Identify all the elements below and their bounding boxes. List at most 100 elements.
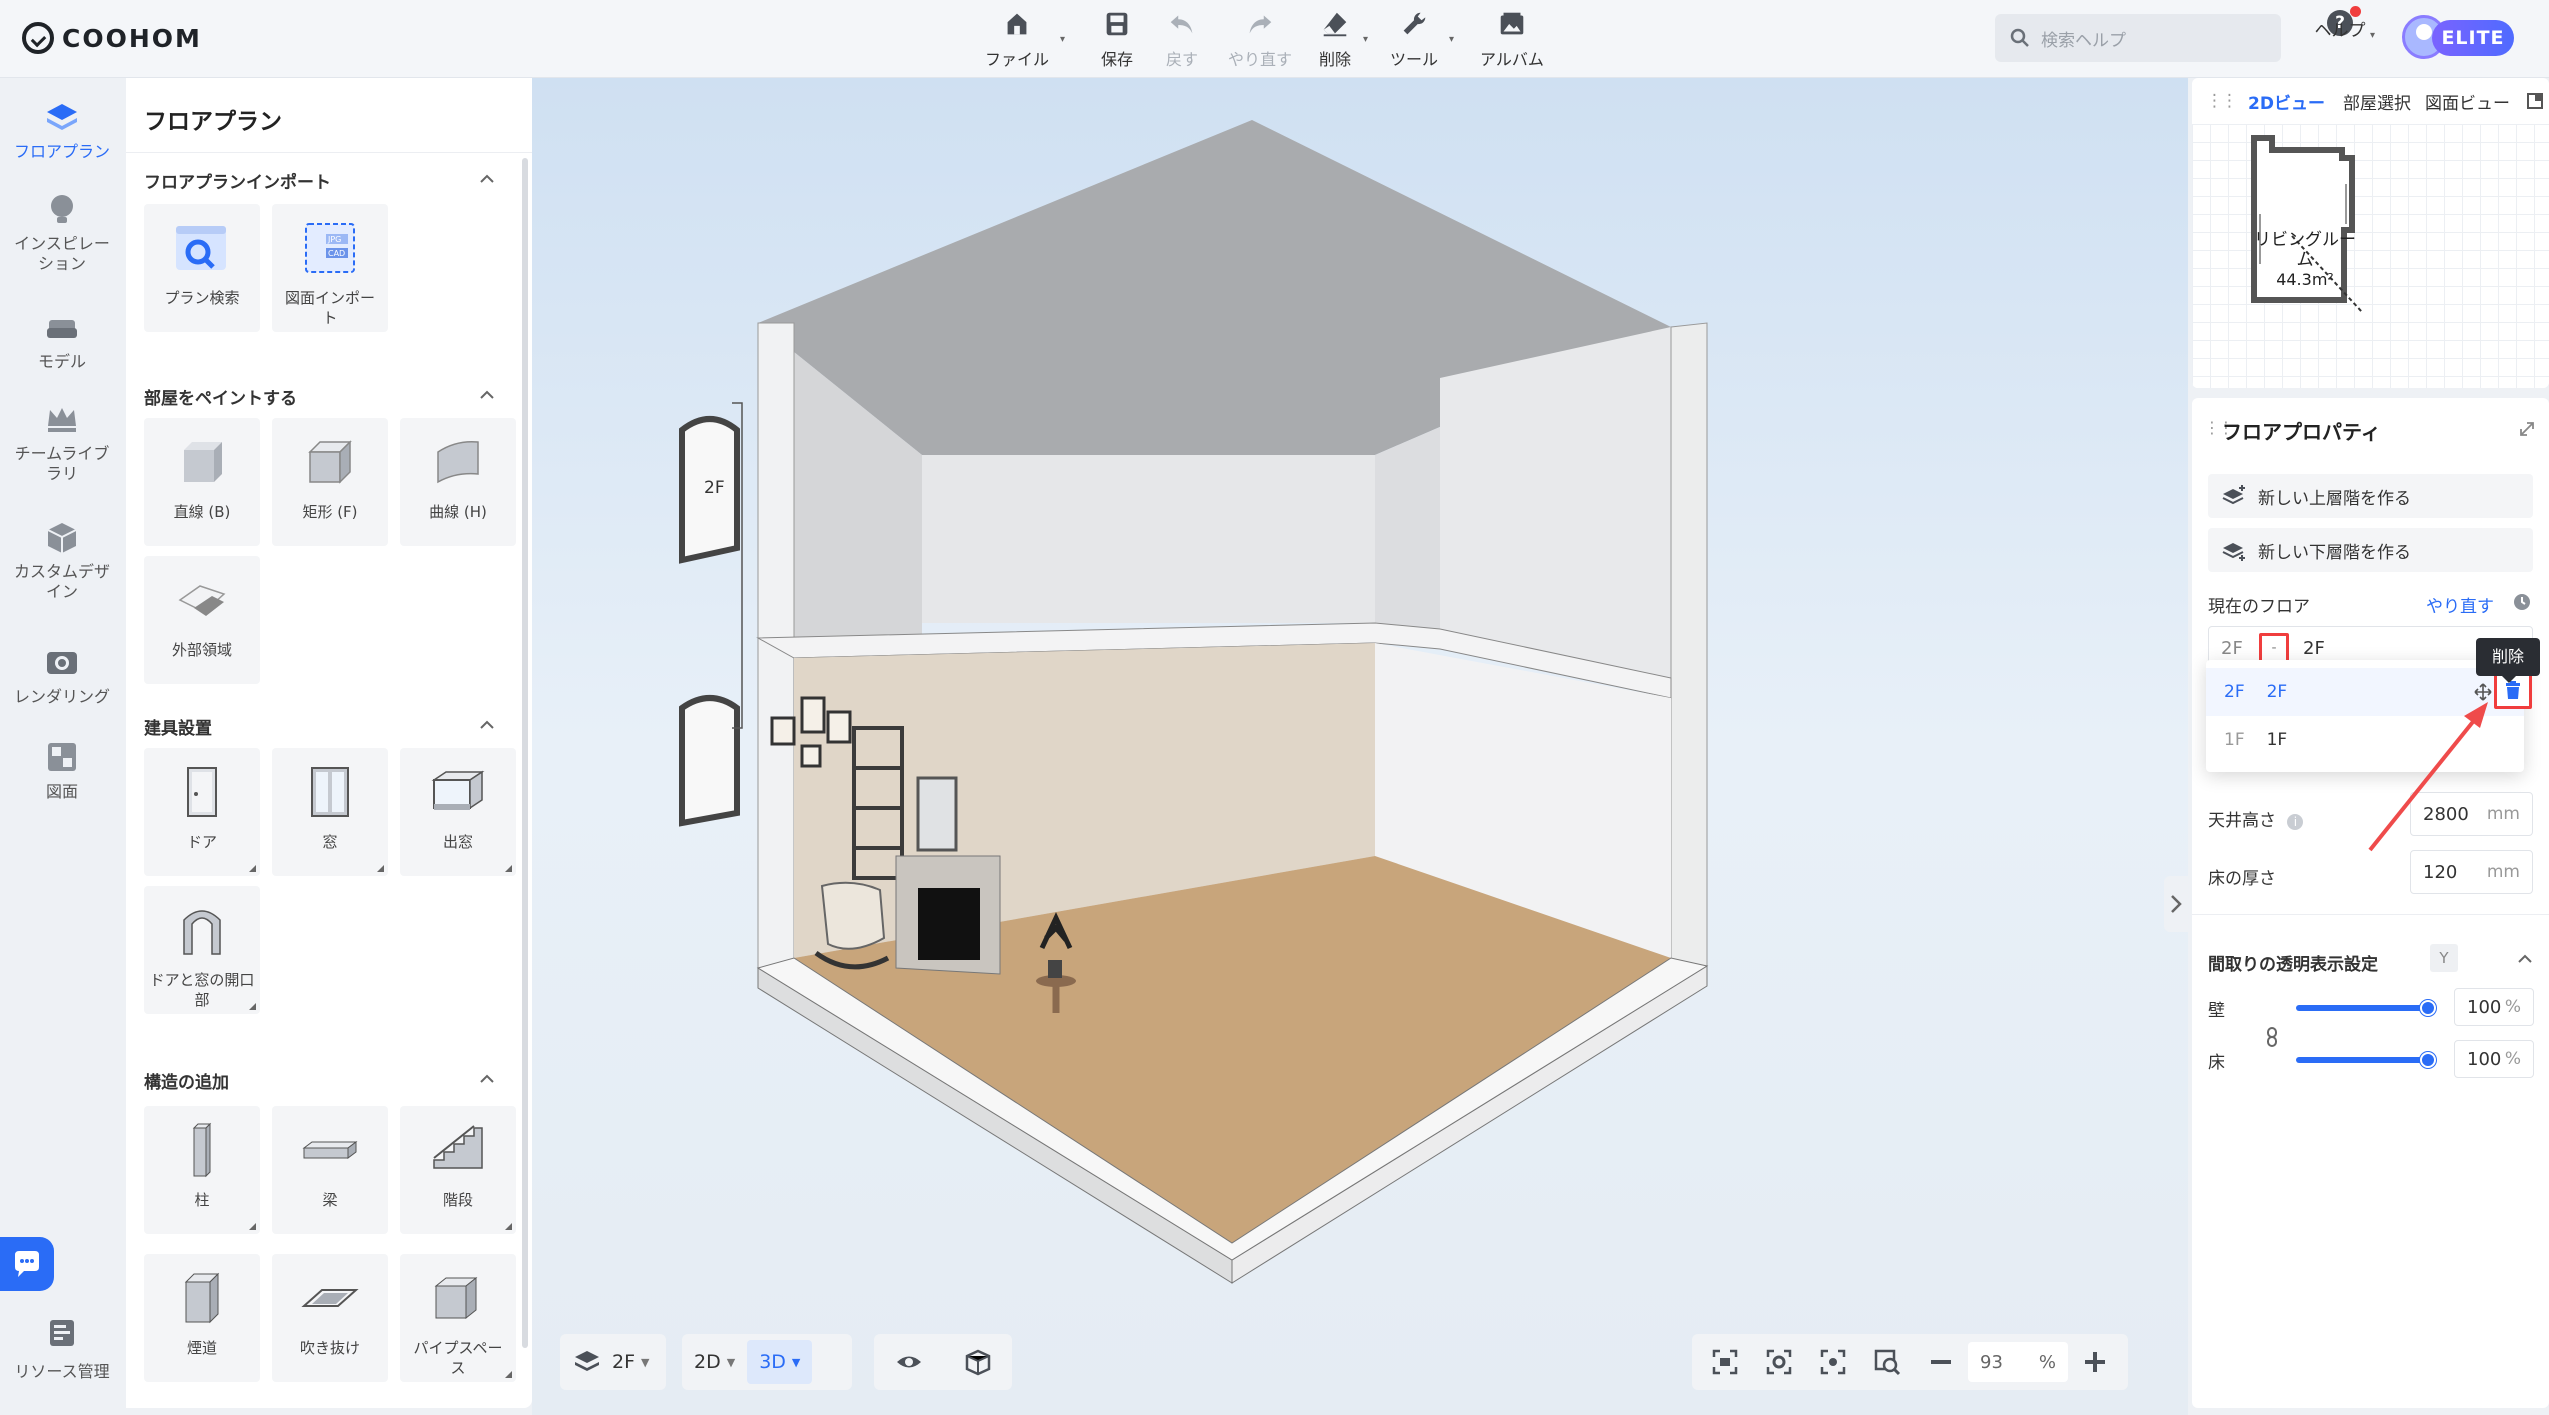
coohom-logo[interactable]: COOHOM <box>22 20 202 56</box>
crown-icon <box>48 408 76 432</box>
zoom-input[interactable]: 93 % <box>1968 1342 2068 1382</box>
help-search-input[interactable]: 検索ヘルプ <box>1995 14 2281 62</box>
wall-slider-knob[interactable] <box>2420 1000 2436 1016</box>
elite-badge[interactable]: ELITE <box>2432 20 2514 56</box>
collapse-chevron-icon[interactable] <box>478 170 496 188</box>
tile-door[interactable]: ドア <box>144 748 260 876</box>
tab-drawing-view[interactable]: 図面ビュー <box>2425 89 2510 114</box>
section-add-structure[interactable]: 構造の追加 <box>144 1068 229 1093</box>
tile-drawing-import[interactable]: JPG CAD 図面インポート <box>272 204 388 332</box>
collapse-chevron-icon[interactable] <box>478 1070 496 1088</box>
rail-item-rendering[interactable]: レンダリング <box>0 643 124 707</box>
collapse-chevron-icon[interactable] <box>478 386 496 404</box>
tile-stairs[interactable]: 階段 <box>400 1106 516 1234</box>
tile-plan-search[interactable]: プラン検索 <box>144 204 260 332</box>
tile-label: 矩形 (F) <box>302 503 358 521</box>
floor-opacity-unit: % <box>2504 1049 2521 1069</box>
tile-door-window-opening[interactable]: ドアと窓の開口部 <box>144 886 260 1014</box>
focus-button[interactable] <box>1806 1340 1860 1384</box>
more-corner-icon <box>249 1223 256 1230</box>
tools-menu-button[interactable]: ツール ▾ <box>1390 8 1454 70</box>
more-corner-icon <box>249 865 256 872</box>
resource-management-button[interactable]: リソース管理 <box>0 1316 124 1382</box>
zoom-unit: % <box>2038 1351 2056 1373</box>
section-fixtures[interactable]: 建具設置 <box>144 714 212 739</box>
link-chain-icon[interactable] <box>2264 1026 2280 1048</box>
zoom-in-button[interactable] <box>2068 1340 2122 1384</box>
tile-column[interactable]: 柱 <box>144 1106 260 1234</box>
tile-straight-line[interactable]: 直線 (B) <box>144 418 260 546</box>
section-paint-room[interactable]: 部屋をペイントする <box>144 384 297 409</box>
tile-void[interactable]: 吹き抜け <box>272 1254 388 1382</box>
album-button[interactable]: アルバム <box>1480 8 1544 70</box>
exterior-area-icon <box>178 585 226 616</box>
file-menu-button[interactable]: ファイル ▾ <box>985 8 1065 70</box>
zoom-search-button[interactable] <box>1860 1340 1914 1384</box>
curve-room-icon <box>437 440 479 484</box>
tile-window[interactable]: 窓 <box>272 748 388 876</box>
view-mode-switch[interactable]: 2D ▼ 3D ▼ <box>682 1334 852 1390</box>
section-floorplan-import[interactable]: フロアプランインポート <box>144 168 331 193</box>
rail-item-drawing[interactable]: 図面 <box>0 738 124 802</box>
rail-item-custom-design[interactable]: カスタムデザイン <box>0 518 124 602</box>
shortcut-key-badge: Y <box>2430 944 2458 972</box>
visibility-toggle-button[interactable] <box>882 1340 936 1384</box>
collapse-chevron-icon[interactable] <box>478 716 496 734</box>
help-button[interactable]: ? ヘルプ <box>2310 6 2370 68</box>
help-caret-icon[interactable]: ▾ <box>2370 30 2375 41</box>
left-rail: フロアプラン インスピレーション モデル チームライブラリ カスタムデザイン レ… <box>0 78 124 1415</box>
view-2d-button[interactable]: 2D ▼ <box>682 1340 747 1384</box>
rail-item-team-library[interactable]: チームライブラリ <box>0 400 124 484</box>
plus-icon <box>2085 1352 2105 1372</box>
history-clock-icon[interactable] <box>2512 592 2532 612</box>
floor-switcher[interactable]: 2F ▼ <box>560 1334 666 1390</box>
room-label[interactable]: リビングルーム 44.3m² <box>2250 230 2360 290</box>
tile-bay-window[interactable]: 出窓 <box>400 748 516 876</box>
redo-button[interactable]: やり直す <box>1228 8 1292 70</box>
redo-link[interactable]: やり直す <box>2426 592 2494 617</box>
create-lower-floor-button[interactable]: 新しい下層階を作る <box>2208 528 2533 572</box>
floor-opacity-slider[interactable] <box>2296 1057 2426 1063</box>
popout-icon[interactable] <box>2526 92 2544 110</box>
tile-beam[interactable]: 梁 <box>272 1106 388 1234</box>
fit-view-button[interactable] <box>1698 1340 1752 1384</box>
drag-handle-icon[interactable]: ⋮⋮ <box>2206 91 2238 111</box>
view-3d-button[interactable]: 3D ▼ <box>747 1340 813 1384</box>
tile-flue[interactable]: 煙道 <box>144 1254 260 1382</box>
expand-icon[interactable] <box>2518 420 2536 438</box>
tile-pipe-space[interactable]: パイプスペース <box>400 1254 516 1382</box>
collapse-right-panel-button[interactable] <box>2164 876 2188 932</box>
view-settings-button[interactable] <box>1752 1340 1806 1384</box>
floor-switcher-button[interactable]: 2F ▼ <box>560 1340 662 1384</box>
tile-rectangle[interactable]: 矩形 (F) <box>272 418 388 546</box>
create-upper-floor-button[interactable]: 新しい上層階を作る <box>2208 474 2533 518</box>
tile-curve[interactable]: 曲線 (H) <box>400 418 516 546</box>
save-button[interactable]: 保存 <box>1100 8 1134 70</box>
floor-dash-highlight[interactable]: - <box>2259 633 2289 663</box>
tab-room-select[interactable]: 部屋選択 <box>2343 89 2411 114</box>
fit-view-icon <box>1712 1349 1738 1375</box>
zoom-out-button[interactable] <box>1914 1340 1968 1384</box>
chat-support-button[interactable] <box>0 1237 54 1291</box>
chevron-right-icon <box>2171 895 2182 913</box>
3d-viewport[interactable]: 2F <box>532 78 2188 1415</box>
collapse-chevron-icon[interactable] <box>2516 950 2534 968</box>
wall-opacity-slider[interactable] <box>2296 1005 2426 1011</box>
rail-item-inspiration[interactable]: インスピレーション <box>0 190 124 274</box>
wall-opacity-input[interactable]: 100 % <box>2454 988 2534 1026</box>
rail-item-floorplan[interactable]: フロアプラン <box>0 98 124 162</box>
info-icon[interactable]: i <box>2287 814 2304 830</box>
undo-button[interactable]: 戻す <box>1165 8 1199 70</box>
column-icon <box>192 1122 212 1178</box>
tile-label: 梁 <box>322 1191 338 1209</box>
tile-exterior-area[interactable]: 外部領域 <box>144 556 260 684</box>
cube-view-button[interactable] <box>951 1340 1005 1384</box>
floor-slider-knob[interactable] <box>2420 1052 2436 1068</box>
rail-item-model[interactable]: モデル <box>0 308 124 372</box>
tab-2d-view[interactable]: 2Dビュー <box>2248 89 2325 114</box>
floor-opacity-input[interactable]: 100 % <box>2454 1040 2534 1078</box>
delete-menu-button[interactable]: 削除 ▾ <box>1318 8 1368 70</box>
help-label: ヘルプ <box>2314 21 2366 41</box>
panel-scrollbar[interactable] <box>522 158 528 1348</box>
minimap-canvas[interactable]: リビングルーム 44.3m² <box>2192 124 2549 388</box>
